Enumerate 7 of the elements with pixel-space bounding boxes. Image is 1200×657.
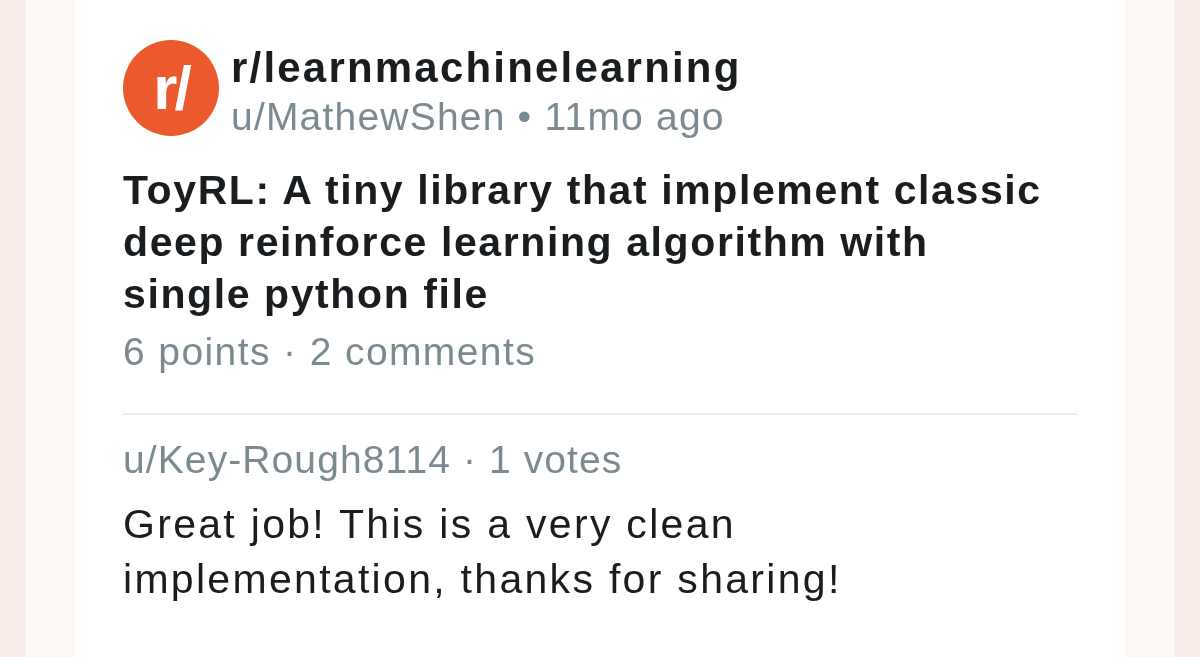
post-byline: u/MathewShen • 11mo ago xyxy=(231,94,726,140)
subreddit-name[interactable]: r/learnmachinelearning xyxy=(231,44,742,92)
post-title[interactable]: ToyRL: A tiny library that implement classic deep reinforce learning algorithm with single python file xyxy=(123,164,1057,320)
post-stats: 6 points · 2 comments xyxy=(123,329,538,375)
comment-text: Great job! This is a very clean implementation, thanks for sharing! xyxy=(123,500,843,604)
subreddit-logo-icon[interactable]: r/ xyxy=(123,40,219,136)
comment-meta: u/Key-Rough8114 · 1 votes xyxy=(123,437,624,483)
